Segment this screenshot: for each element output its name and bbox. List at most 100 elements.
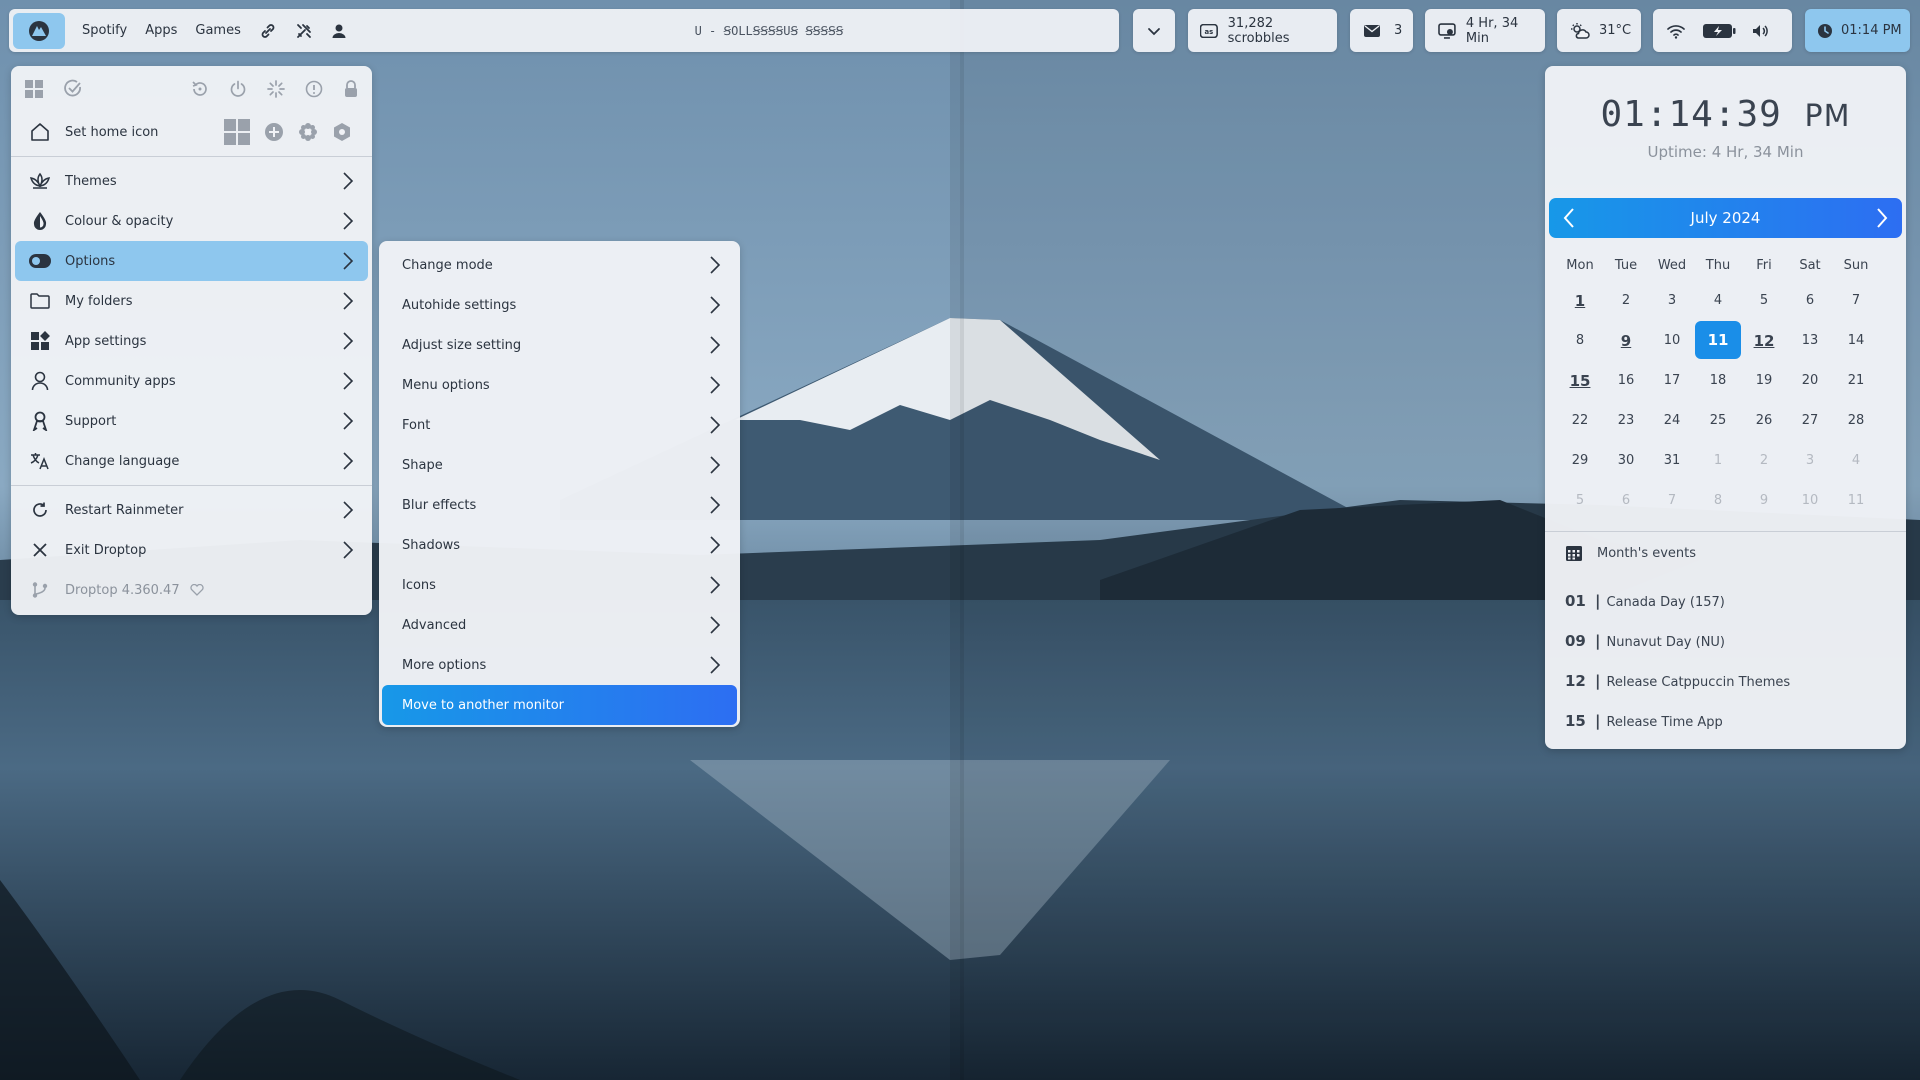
submenu-more-options[interactable]: More options	[382, 645, 737, 685]
calendar-day[interactable]: 2	[1603, 281, 1649, 321]
calendar-day[interactable]: 1	[1557, 281, 1603, 321]
info-icon[interactable]	[305, 80, 323, 98]
droptop-logo-button[interactable]	[13, 12, 65, 49]
submenu-autohide-settings[interactable]: Autohide settings	[382, 285, 737, 325]
menu-item-change-language[interactable]: Change language	[15, 441, 368, 481]
submenu-adjust-size[interactable]: Adjust size setting	[382, 325, 737, 365]
submenu-move-to-another-monitor[interactable]: Move to another monitor	[382, 685, 737, 725]
scrobbles-widget[interactable]: as 31,282 scrobbles	[1188, 9, 1337, 52]
calendar-day[interactable]: 10	[1649, 321, 1695, 361]
menu-item-app-settings[interactable]: App settings	[15, 321, 368, 361]
calendar-day[interactable]: 28	[1833, 401, 1879, 441]
gear-hex-icon[interactable]	[332, 122, 352, 142]
calendar-day[interactable]: 16	[1603, 361, 1649, 401]
wifi-icon[interactable]	[1666, 23, 1686, 39]
calendar-day[interactable]: 21	[1833, 361, 1879, 401]
calendar-day[interactable]: 9	[1741, 481, 1787, 521]
tools-icon[interactable]	[295, 22, 313, 40]
start-menu-icon[interactable]	[24, 79, 44, 99]
calendar-day[interactable]: 8	[1557, 321, 1603, 361]
menu-item-community-apps[interactable]: Community apps	[15, 361, 368, 401]
calendar-day[interactable]: 2	[1741, 441, 1787, 481]
lock-icon[interactable]	[343, 80, 359, 98]
submenu-shape[interactable]: Shape	[382, 445, 737, 485]
submenu-blur-effects[interactable]: Blur effects	[382, 485, 737, 525]
calendar-day[interactable]: 23	[1603, 401, 1649, 441]
loading-icon[interactable]	[267, 80, 285, 98]
menu-item-exit-droptop[interactable]: Exit Droptop	[15, 530, 368, 570]
calendar-day[interactable]: 3	[1787, 441, 1833, 481]
version-row[interactable]: Droptop 4.360.47	[15, 570, 368, 610]
event-item[interactable]: 09 | Nunavut Day (NU)	[1565, 632, 1790, 672]
link-icon[interactable]	[259, 22, 277, 40]
dropdown-button[interactable]	[1133, 9, 1175, 52]
submenu-shadows[interactable]: Shadows	[382, 525, 737, 565]
submenu-menu-options[interactable]: Menu options	[382, 365, 737, 405]
calendar-day[interactable]: 31	[1649, 441, 1695, 481]
calendar-day[interactable]: 6	[1603, 481, 1649, 521]
battery-charging-icon[interactable]	[1702, 23, 1736, 39]
calendar-day[interactable]: 20	[1787, 361, 1833, 401]
uptime-widget[interactable]: 4 Hr, 34 Min	[1425, 9, 1545, 52]
calendar-day[interactable]: 4	[1695, 281, 1741, 321]
calendar-day[interactable]: 13	[1787, 321, 1833, 361]
menu-item-my-folders[interactable]: My folders	[15, 281, 368, 321]
calendar-day[interactable]: 4	[1833, 441, 1879, 481]
calendar-day[interactable]: 5	[1557, 481, 1603, 521]
clock-widget[interactable]: 01:14 PM	[1805, 9, 1910, 52]
check-circle-icon[interactable]	[63, 79, 83, 99]
plus-circle-icon[interactable]	[264, 122, 284, 142]
now-playing-track[interactable]: U - ꞨOLLꞨꞨꞨꞨUꞨ ꞨꞨꞨꞨꞨ	[529, 9, 1009, 52]
spotify-link[interactable]: Spotify	[82, 23, 127, 38]
windows-tile-icon[interactable]	[224, 119, 250, 145]
calendar-day[interactable]: 30	[1603, 441, 1649, 481]
month-events-header[interactable]: Month's events	[1565, 544, 1696, 562]
calendar-day[interactable]: 3	[1649, 281, 1695, 321]
weather-widget[interactable]: 31°C	[1557, 9, 1641, 52]
calendar-day[interactable]: 24	[1649, 401, 1695, 441]
submenu-advanced[interactable]: Advanced	[382, 605, 737, 645]
event-item[interactable]: 12 | Release Catppuccin Themes	[1565, 672, 1790, 712]
calendar-day[interactable]: 7	[1833, 281, 1879, 321]
event-item[interactable]: 01 | Canada Day (157)	[1565, 592, 1790, 632]
calendar-day[interactable]: 22	[1557, 401, 1603, 441]
calendar-day[interactable]: 7	[1649, 481, 1695, 521]
calendar-day[interactable]: 25	[1695, 401, 1741, 441]
menu-item-support[interactable]: Support	[15, 401, 368, 441]
apps-link[interactable]: Apps	[145, 23, 177, 38]
calendar-day[interactable]: 18	[1695, 361, 1741, 401]
menu-item-options[interactable]: Options	[15, 241, 368, 281]
restart-icon[interactable]	[191, 80, 209, 98]
games-link[interactable]: Games	[195, 23, 240, 38]
menu-item-colour-opacity[interactable]: Colour & opacity	[15, 201, 368, 241]
menu-item-restart-rainmeter[interactable]: Restart Rainmeter	[15, 490, 368, 530]
menu-item-themes[interactable]: Themes	[15, 161, 368, 201]
submenu-change-mode[interactable]: Change mode	[382, 245, 737, 285]
volume-icon[interactable]	[1752, 23, 1770, 39]
calendar-day[interactable]: 5	[1741, 281, 1787, 321]
chevron-right-icon[interactable]	[1876, 208, 1888, 228]
calendar-day[interactable]: 29	[1557, 441, 1603, 481]
mail-widget[interactable]: 3	[1350, 9, 1413, 52]
calendar-day[interactable]: 11	[1833, 481, 1879, 521]
flower-icon[interactable]	[298, 122, 318, 142]
event-item[interactable]: 15 | Release Time App	[1565, 712, 1790, 752]
chevron-left-icon[interactable]	[1563, 208, 1575, 228]
user-icon[interactable]	[331, 23, 347, 39]
calendar-day[interactable]: 15	[1557, 361, 1603, 401]
calendar-day[interactable]: 9	[1603, 321, 1649, 361]
calendar-day[interactable]: 10	[1787, 481, 1833, 521]
calendar-day[interactable]: 17	[1649, 361, 1695, 401]
set-home-icon-row[interactable]: Set home icon	[15, 112, 368, 152]
submenu-icons[interactable]: Icons	[382, 565, 737, 605]
calendar-day[interactable]: 6	[1787, 281, 1833, 321]
submenu-font[interactable]: Font	[382, 405, 737, 445]
calendar-day[interactable]: 12	[1741, 321, 1787, 361]
calendar-day[interactable]: 19	[1741, 361, 1787, 401]
calendar-day[interactable]: 1	[1695, 441, 1741, 481]
calendar-day[interactable]: 8	[1695, 481, 1741, 521]
calendar-day[interactable]: 27	[1787, 401, 1833, 441]
power-icon[interactable]	[229, 80, 247, 98]
heart-icon[interactable]	[189, 584, 204, 596]
calendar-day[interactable]: 26	[1741, 401, 1787, 441]
